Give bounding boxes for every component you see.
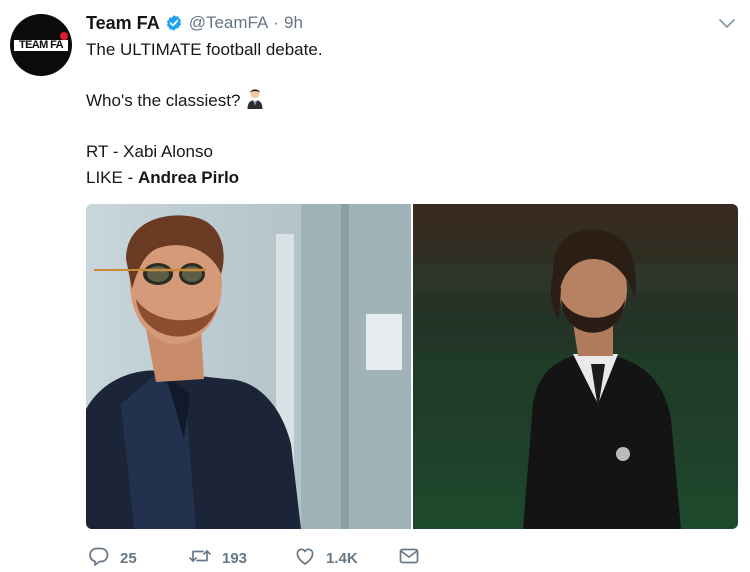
photo-right[interactable] [413, 204, 738, 529]
man-in-suit-emoji [246, 88, 264, 117]
header-separator: · [273, 13, 279, 32]
like-button[interactable]: 1.4K [294, 545, 358, 572]
direct-message-button[interactable] [398, 545, 420, 572]
retweet-button[interactable]: 193 [188, 545, 247, 572]
tweet-line-2: Who's the classiest? [86, 88, 264, 117]
retweet-icon [188, 545, 212, 572]
display-name[interactable]: Team FA [86, 13, 160, 34]
tweet-line-4: LIKE - Andrea Pirlo [86, 166, 239, 190]
chevron-down-icon[interactable] [716, 12, 738, 34]
tweet-header: Team FA @TeamFA · 9h [86, 11, 303, 35]
avatar-red-dot [60, 32, 68, 40]
photo-left[interactable] [86, 204, 411, 529]
like-icon [294, 545, 316, 572]
handle[interactable]: @TeamFA [189, 13, 269, 33]
like-count: 1.4K [326, 550, 358, 567]
tweet-line-3: RT - Xabi Alonso [86, 142, 213, 161]
verified-badge-icon [165, 14, 183, 32]
avatar-logo-text: TEAM FA [18, 39, 64, 51]
reply-icon [88, 545, 110, 572]
tweet-line-1: The ULTIMATE football debate. [86, 40, 323, 59]
avatar[interactable]: TEAM FA [10, 14, 72, 76]
avatar-logo-box: TEAM FA [12, 38, 70, 53]
direct-message-icon [398, 545, 420, 572]
tweet: TEAM FA Team FA @TeamFA · 9h The ULTIMAT… [0, 0, 750, 567]
tweet-line-4-bold: Andrea Pirlo [137, 168, 240, 187]
tweet-line-4-prefix: LIKE - [86, 168, 138, 187]
reply-count: 25 [120, 550, 137, 567]
reply-button[interactable]: 25 [88, 545, 137, 572]
tweet-line-2-text: Who's the classiest? [86, 91, 241, 110]
media-grid [86, 204, 738, 529]
timestamp[interactable]: 9h [284, 13, 303, 33]
retweet-count: 193 [222, 550, 248, 567]
